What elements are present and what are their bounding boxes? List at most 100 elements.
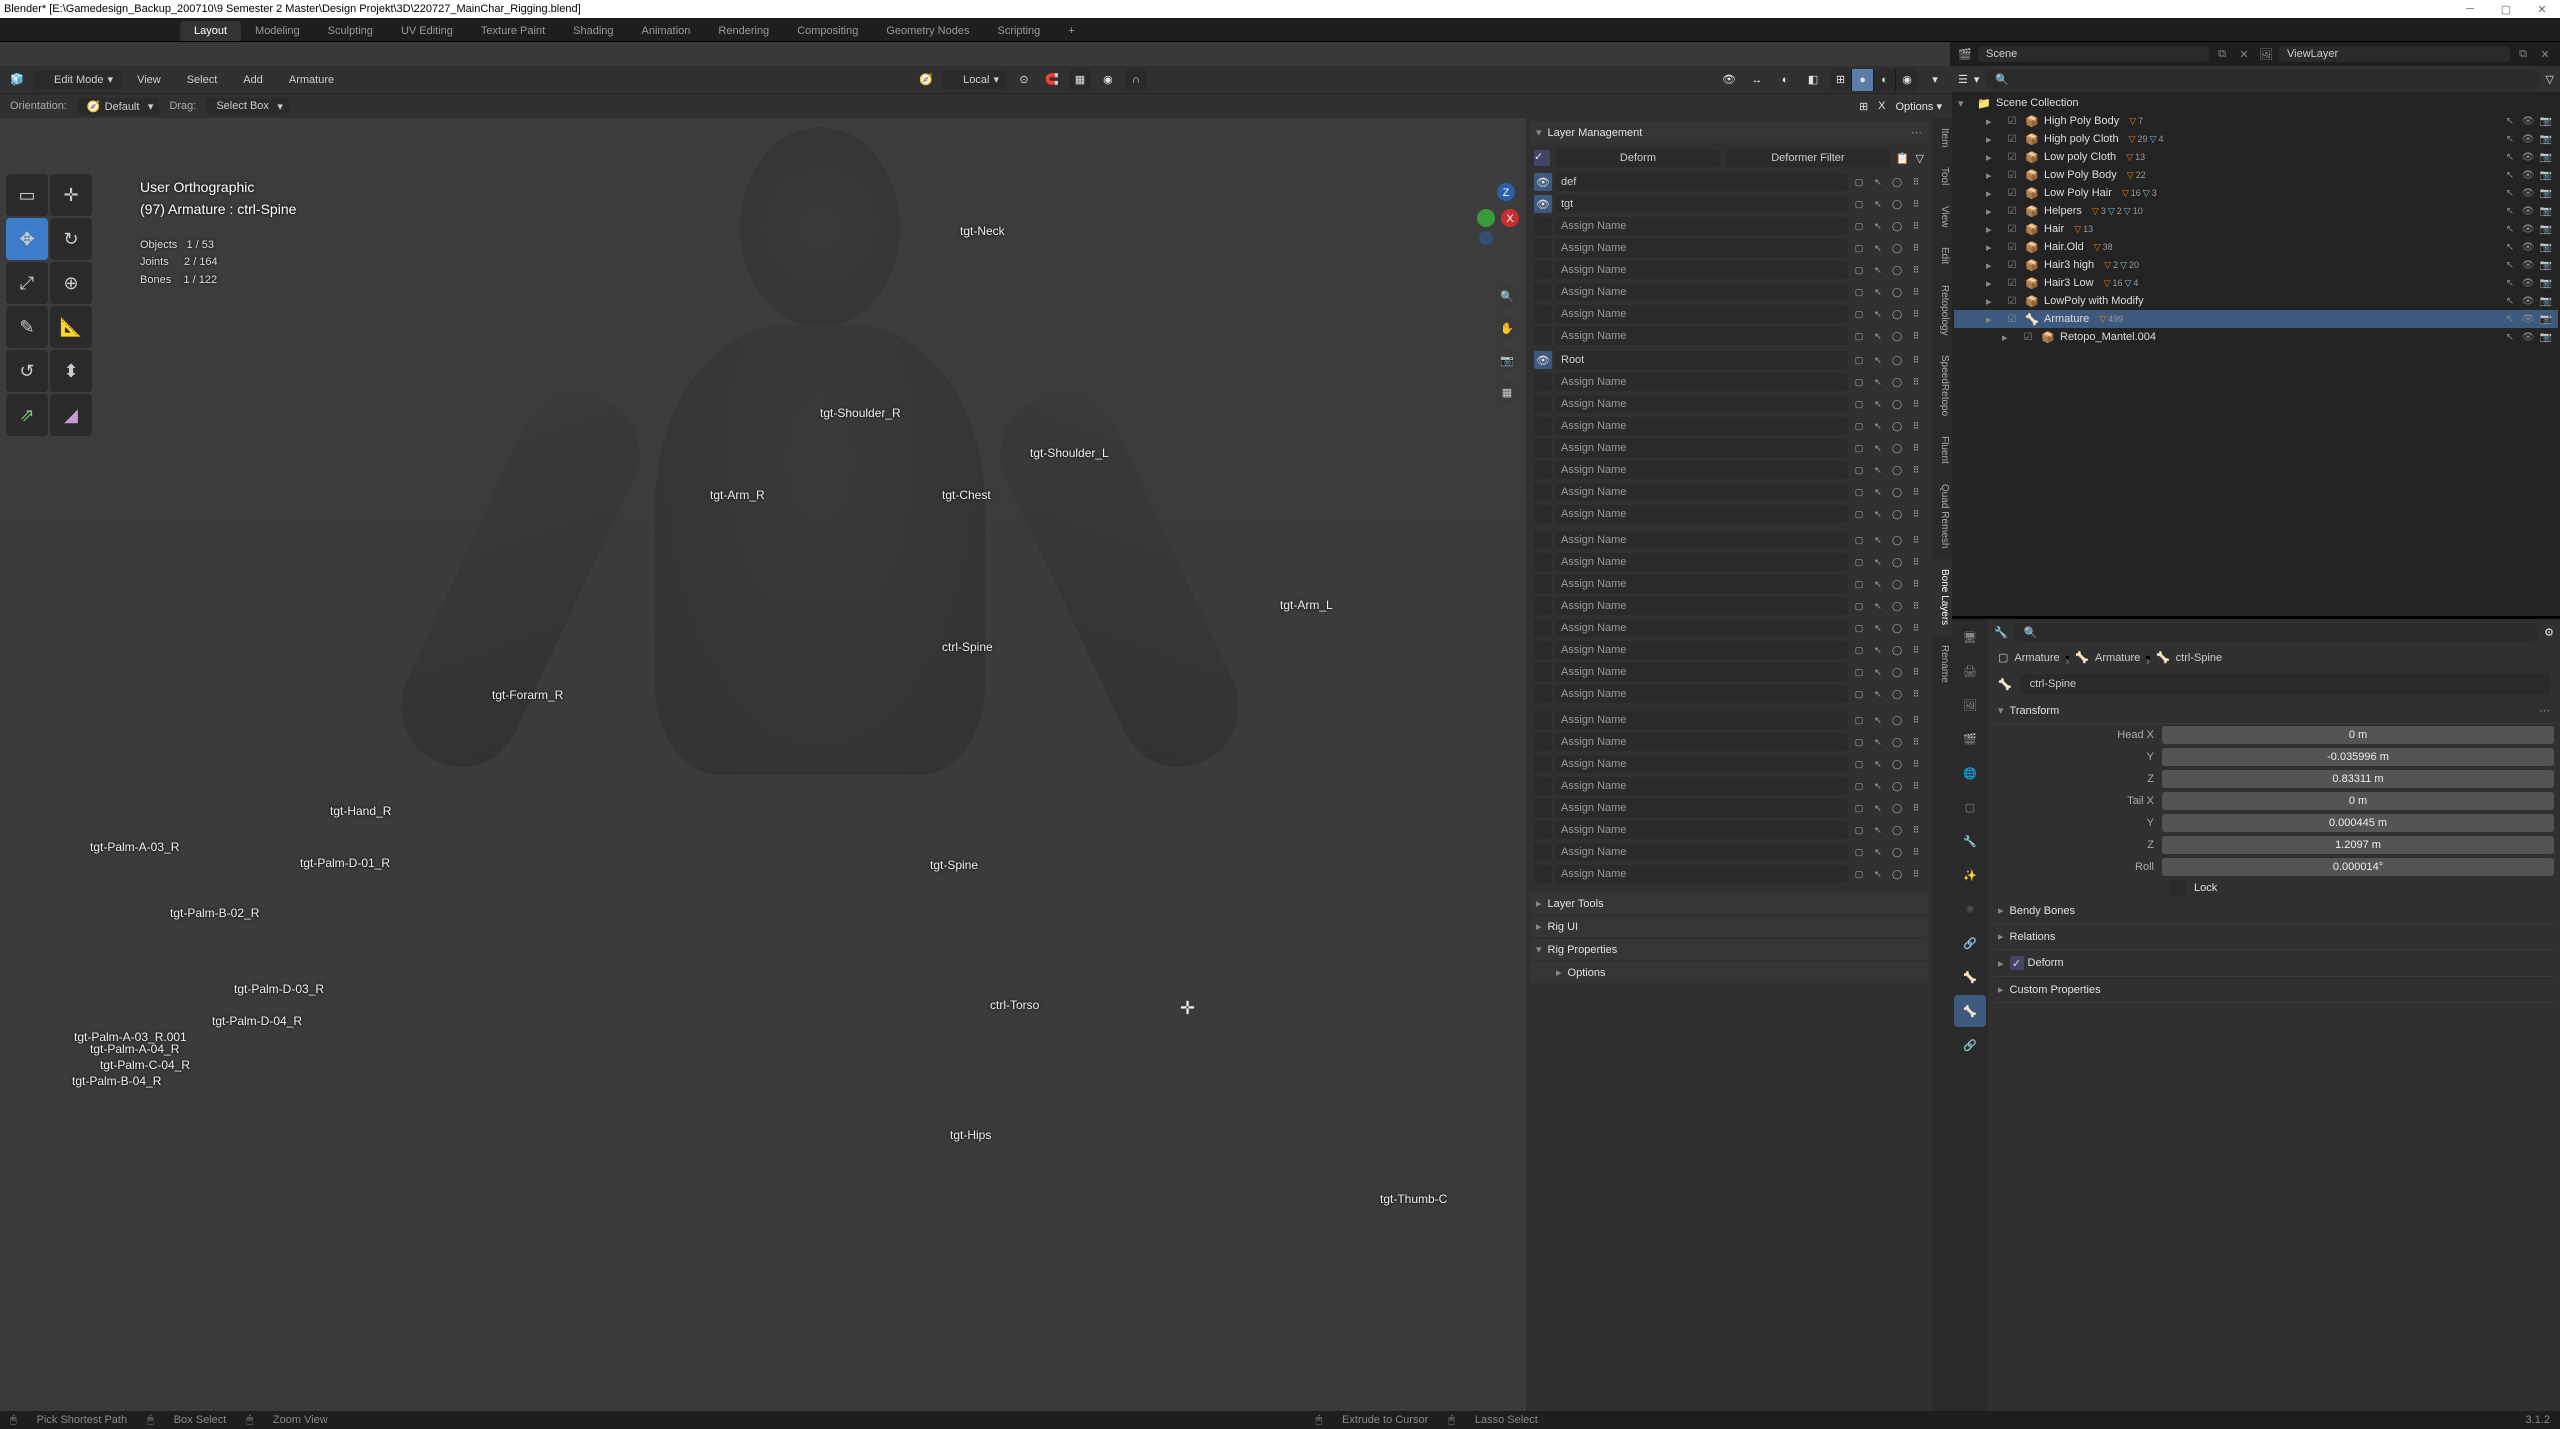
layer-dots-icon[interactable]: ⠿ bbox=[1908, 663, 1924, 681]
viewlayer-name-field[interactable]: ViewLayer bbox=[2279, 46, 2510, 62]
layer-name-input[interactable]: Assign Name bbox=[1555, 327, 1848, 345]
outliner-row[interactable]: ▸ ☑ 📦 Hair.Old ▽38 ↖ 👁 📷 bbox=[1954, 238, 2558, 256]
layer-visibility-toggle[interactable] bbox=[1534, 239, 1552, 257]
exclude-checkbox[interactable]: ☑ bbox=[2004, 203, 2020, 219]
disable-render-icon[interactable]: 📷 bbox=[2538, 149, 2554, 165]
layer-dots-icon[interactable]: ⠿ bbox=[1908, 505, 1924, 523]
hide-viewport-icon[interactable]: 👁 bbox=[2520, 203, 2536, 219]
prop-tab-bone-constraints[interactable]: 🔗 bbox=[1954, 1029, 1986, 1061]
layer-name-input[interactable]: Assign Name bbox=[1555, 395, 1848, 413]
selectable-icon[interactable]: ↖ bbox=[2502, 329, 2518, 345]
outliner-row[interactable]: ▸ ☑ 📦 Hair ▽13 ↖ 👁 📷 bbox=[1954, 220, 2558, 238]
breadcrumb-item[interactable]: Armature bbox=[2095, 652, 2140, 664]
panel-options[interactable]: ▸ Options bbox=[1530, 962, 1928, 983]
layer-visibility-toggle[interactable] bbox=[1534, 641, 1552, 659]
layer-select-icon[interactable]: ▢ bbox=[1851, 843, 1867, 861]
deformer-filter-button[interactable]: Deformer Filter bbox=[1726, 149, 1890, 167]
vp-menu-add[interactable]: Add bbox=[233, 74, 273, 86]
n-tab-speedretopo[interactable]: SpeedRetopo bbox=[1932, 345, 1952, 426]
layer-visibility-toggle[interactable] bbox=[1534, 305, 1552, 323]
exclude-checkbox[interactable]: ☑ bbox=[2004, 113, 2020, 129]
outliner-row[interactable]: ▸ ☑ 📦 Low poly Cloth ▽13 ↖ 👁 📷 bbox=[1954, 148, 2558, 166]
layer-lock-icon[interactable]: ◯ bbox=[1889, 619, 1905, 637]
section-custom-properties[interactable]: ▸ Custom Properties bbox=[1994, 977, 2554, 1003]
falloff-type[interactable]: ∩ bbox=[1125, 69, 1147, 91]
viewport-canvas[interactable]: ▭ ✛ ✥ ↻ ⤢ ⊕ ✎ 📐 ↺ ⬍ bbox=[0, 118, 1952, 1411]
layer-lock-icon[interactable]: ◯ bbox=[1889, 821, 1905, 839]
workspace-tab-geonodes[interactable]: Geometry Nodes bbox=[872, 21, 983, 41]
disable-render-icon[interactable]: 📷 bbox=[2538, 167, 2554, 183]
disable-render-icon[interactable]: 📷 bbox=[2538, 329, 2554, 345]
snap-target[interactable]: ▦ bbox=[1069, 69, 1091, 91]
layer-dots-icon[interactable]: ⠿ bbox=[1908, 351, 1924, 369]
exclude-checkbox[interactable]: ☑ bbox=[2004, 257, 2020, 273]
outliner-row[interactable]: ▸ ☑ 📦 Low Poly Body ▽22 ↖ 👁 📷 bbox=[1954, 166, 2558, 184]
outliner-row[interactable]: ▸ ☑ 📦 High poly Cloth ▽29▽4 ↖ 👁 📷 bbox=[1954, 130, 2558, 148]
minimize-button[interactable]: ─ bbox=[2456, 3, 2484, 16]
outliner-row[interactable]: ▸ ☑ 📦 LowPoly with Modify ↖ 👁 📷 bbox=[1954, 292, 2558, 310]
layer-visibility-toggle[interactable]: 👁 bbox=[1534, 351, 1552, 369]
layer-visibility-toggle[interactable] bbox=[1534, 531, 1552, 549]
close-button[interactable]: ✕ bbox=[2528, 3, 2556, 16]
layer-dots-icon[interactable]: ⠿ bbox=[1908, 483, 1924, 501]
exclude-checkbox[interactable]: ☑ bbox=[2004, 311, 2020, 327]
tool-scale[interactable]: ⤢ bbox=[6, 262, 48, 304]
outliner-row[interactable]: ▸ ☑ 📦 Retopo_Mantel.004 ↖ 👁 📷 bbox=[1954, 328, 2558, 346]
layer-name-input[interactable]: Assign Name bbox=[1555, 663, 1848, 681]
disable-render-icon[interactable]: 📷 bbox=[2538, 221, 2554, 237]
shading-rendered[interactable]: ◉ bbox=[1896, 69, 1918, 91]
exclude-checkbox[interactable]: ☑ bbox=[2004, 149, 2020, 165]
layer-cursor-icon[interactable]: ↖ bbox=[1870, 195, 1886, 213]
layer-lock-icon[interactable]: ◯ bbox=[1889, 217, 1905, 235]
nav-camera-icon[interactable]: 📷 bbox=[1494, 347, 1520, 373]
outliner-row[interactable]: ▸ ☑ 📦 High Poly Body ▽7 ↖ 👁 📷 bbox=[1954, 112, 2558, 130]
deform-checkbox[interactable]: ✓ bbox=[1534, 150, 1550, 166]
exclude-checkbox[interactable]: ☑ bbox=[2004, 167, 2020, 183]
xray-icon[interactable]: ◧ bbox=[1802, 69, 1824, 91]
workspace-tab-layout[interactable]: Layout bbox=[180, 21, 241, 41]
vp-menu-armature[interactable]: Armature bbox=[279, 74, 344, 86]
layer-cursor-icon[interactable]: ↖ bbox=[1870, 417, 1886, 435]
layer-name-input[interactable]: Assign Name bbox=[1555, 531, 1848, 549]
deform-button[interactable]: Deform bbox=[1556, 149, 1720, 167]
selectable-icon[interactable]: ↖ bbox=[2502, 131, 2518, 147]
layer-visibility-toggle[interactable]: 👁 bbox=[1534, 195, 1552, 213]
panel-menu-icon[interactable]: ⋯ bbox=[1911, 126, 1922, 139]
layer-name-input[interactable]: Assign Name bbox=[1555, 483, 1848, 501]
layer-select-icon[interactable]: ▢ bbox=[1851, 373, 1867, 391]
layer-dots-icon[interactable]: ⠿ bbox=[1908, 553, 1924, 571]
layer-cursor-icon[interactable]: ↖ bbox=[1870, 597, 1886, 615]
layer-cursor-icon[interactable]: ↖ bbox=[1870, 733, 1886, 751]
layer-name-input[interactable]: Assign Name bbox=[1555, 553, 1848, 571]
property-value-input[interactable]: 0.000014° bbox=[2162, 858, 2554, 876]
tool-shear[interactable]: ◢ bbox=[50, 394, 92, 436]
layer-select-icon[interactable]: ▢ bbox=[1851, 305, 1867, 323]
n-tab-view[interactable]: View bbox=[1932, 196, 1952, 238]
layer-visibility-toggle[interactable] bbox=[1534, 843, 1552, 861]
n-tab-bonelayers[interactable]: Bone Layers bbox=[1932, 559, 1952, 635]
layer-lock-icon[interactable]: ◯ bbox=[1889, 865, 1905, 883]
disable-render-icon[interactable]: 📷 bbox=[2538, 131, 2554, 147]
viewlayer-delete-icon[interactable]: ✕ bbox=[2536, 45, 2554, 63]
hide-viewport-icon[interactable]: 👁 bbox=[2520, 185, 2536, 201]
vp-menu-select[interactable]: Select bbox=[177, 74, 228, 86]
n-tab-item[interactable]: Item bbox=[1932, 118, 1952, 157]
disable-render-icon[interactable]: 📷 bbox=[2538, 239, 2554, 255]
layer-visibility-toggle[interactable] bbox=[1534, 461, 1552, 479]
layer-name-input[interactable]: Assign Name bbox=[1555, 597, 1848, 615]
layer-name-input[interactable]: Assign Name bbox=[1555, 575, 1848, 593]
mode-dropdown[interactable]: Edit Mode bbox=[34, 70, 121, 89]
hide-viewport-icon[interactable]: 👁 bbox=[2520, 275, 2536, 291]
layer-select-icon[interactable]: ▢ bbox=[1851, 195, 1867, 213]
layer-dots-icon[interactable]: ⠿ bbox=[1908, 733, 1924, 751]
layer-dots-icon[interactable]: ⠿ bbox=[1908, 327, 1924, 345]
layer-lock-icon[interactable]: ◯ bbox=[1889, 351, 1905, 369]
prop-tab-bone[interactable]: 🦴 bbox=[1954, 995, 1986, 1027]
section-menu-icon[interactable]: ⋯ bbox=[2539, 704, 2550, 717]
layer-dots-icon[interactable]: ⠿ bbox=[1908, 865, 1924, 883]
layer-select-icon[interactable]: ▢ bbox=[1851, 417, 1867, 435]
layer-visibility-toggle[interactable] bbox=[1534, 799, 1552, 817]
layer-lock-icon[interactable]: ◯ bbox=[1889, 173, 1905, 191]
layer-visibility-toggle[interactable] bbox=[1534, 865, 1552, 883]
disable-render-icon[interactable]: 📷 bbox=[2538, 185, 2554, 201]
